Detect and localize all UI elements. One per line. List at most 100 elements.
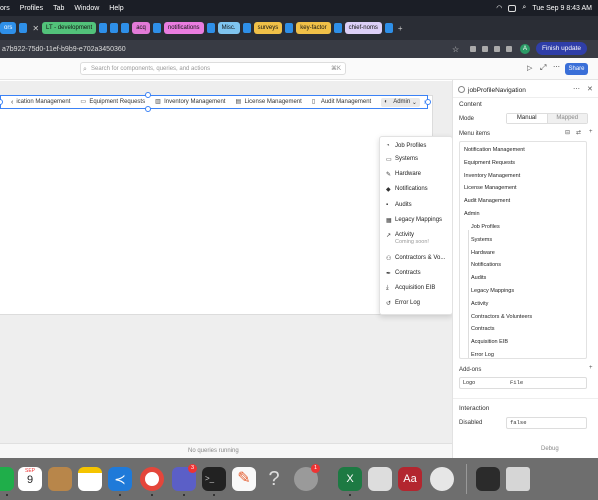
submenu-item[interactable]: Contracts xyxy=(471,326,495,332)
tab-favicon[interactable] xyxy=(206,23,215,33)
menu-help[interactable]: Help xyxy=(109,5,123,12)
excel-icon[interactable]: X xyxy=(338,467,362,491)
tab-favicon[interactable] xyxy=(333,23,342,33)
profile-avatar[interactable]: A xyxy=(520,44,530,54)
tab-favicon[interactable] xyxy=(152,23,161,33)
menu-item[interactable]: Equipment Requests xyxy=(464,160,515,166)
url-field[interactable]: a7b922-75d0-11ef-b9b9-e702a3450360 xyxy=(0,46,126,53)
preview-icon[interactable] xyxy=(368,467,392,491)
logo-addon[interactable]: Logo File xyxy=(459,377,587,389)
dropdown-item-error-log[interactable]: ↺ Error Log xyxy=(386,300,420,307)
menu-window[interactable]: Window xyxy=(74,5,99,12)
submenu-item[interactable]: Activity xyxy=(471,301,488,307)
resize-handle[interactable] xyxy=(425,99,431,105)
navigation-component[interactable]: ‹ ication Management ▭ Equipment Requests… xyxy=(0,95,428,109)
app-name-fragment[interactable]: ors xyxy=(0,5,10,12)
terminal-icon[interactable]: >_ xyxy=(202,467,226,491)
nav-item-inventory-management[interactable]: ▥ Inventory Management xyxy=(155,99,225,105)
tab-group-chief-noms[interactable]: chief-noms xyxy=(344,22,382,34)
close-icon[interactable]: ✕ xyxy=(587,85,593,93)
menu-item-admin[interactable]: Admin xyxy=(464,211,480,217)
interaction-section-heading[interactable]: Interaction xyxy=(459,405,489,412)
tab-group-lt-development[interactable]: LT - development xyxy=(42,22,97,34)
tab-group-acq[interactable]: acq xyxy=(132,22,150,34)
mode-mapped[interactable]: Mapped xyxy=(547,114,587,123)
dropdown-item-activity[interactable]: ↗ Activity Coming soon! xyxy=(386,232,429,245)
tab-favicon[interactable] xyxy=(242,23,251,33)
dropdown-item-notifications[interactable]: ◆ Notifications xyxy=(386,186,428,193)
dropdown-item-audits[interactable]: ▪ Audits xyxy=(386,202,412,208)
submenu-item[interactable]: Error Log xyxy=(471,352,494,358)
dictionary-icon[interactable]: Aa xyxy=(398,467,422,491)
resize-handle[interactable] xyxy=(145,106,151,112)
dropdown-item-systems[interactable]: ▭ Systems xyxy=(386,156,418,163)
nav-item-admin[interactable]: ◐ Admin ⌄ xyxy=(381,97,420,107)
contacts-icon[interactable] xyxy=(48,467,72,491)
link-icon[interactable]: ⇄ xyxy=(576,129,581,136)
dropdown-item-job-profiles[interactable]: ◔ Job Profiles xyxy=(386,143,426,149)
close-icon[interactable]: ✕ xyxy=(32,24,39,33)
help-question-icon[interactable]: ? xyxy=(262,467,286,491)
menu-item[interactable]: License Management xyxy=(464,185,517,191)
submenu-item[interactable]: Job Profiles xyxy=(471,224,500,230)
tab-favicon[interactable] xyxy=(99,23,108,33)
new-tab-icon[interactable]: + xyxy=(398,24,403,33)
component-name[interactable]: jobProfileNavigation xyxy=(468,87,526,94)
calendar-icon[interactable]: SEP 9 xyxy=(18,467,42,491)
messages-icon[interactable] xyxy=(0,467,14,491)
menu-tab[interactable]: Tab xyxy=(53,5,64,12)
bookmark-star-icon[interactable]: ☆ xyxy=(452,45,459,54)
nav-item-equipment-requests[interactable]: ▭ Equipment Requests xyxy=(80,99,145,105)
more-icon[interactable]: ⋯ xyxy=(553,63,560,71)
dropdown-item-contractors[interactable]: ⚇ Contractors & Vo... xyxy=(386,255,445,262)
submenu-item[interactable]: Legacy Mappings xyxy=(471,288,514,294)
submenu-item[interactable]: Acquisition EIB xyxy=(471,339,508,345)
menu-profiles[interactable]: Profiles xyxy=(20,5,43,12)
trash-icon[interactable] xyxy=(506,467,530,491)
tab-favicon[interactable] xyxy=(285,23,294,33)
chevron-left-icon[interactable]: ‹ xyxy=(11,99,13,106)
content-section-heading[interactable]: Content xyxy=(459,101,482,108)
dropdown-item-contracts[interactable]: ✒ Contracts xyxy=(386,270,421,277)
tab-group-ors[interactable]: ors xyxy=(0,22,17,34)
tab-favicon[interactable] xyxy=(384,23,393,33)
tab-group-misc[interactable]: Misc. xyxy=(217,22,240,34)
submenu-item[interactable]: Audits xyxy=(471,275,486,281)
submenu-item[interactable]: Contractors & Volunteers xyxy=(471,314,532,320)
clock[interactable]: Tue Sep 9 8:43 AM xyxy=(532,5,592,12)
resize-handle[interactable] xyxy=(145,92,151,98)
expand-icon[interactable]: ⤢ xyxy=(540,63,546,73)
nav-item-audit-management[interactable]: ▯ Audit Management xyxy=(312,99,371,105)
tab-favicon[interactable] xyxy=(19,23,28,33)
disabled-input[interactable]: false xyxy=(506,417,587,429)
tab-group-surveys[interactable]: surveys xyxy=(253,22,283,34)
menu-item[interactable]: Notification Management xyxy=(464,147,525,153)
share-button[interactable]: Share xyxy=(565,63,588,75)
tab-favicon[interactable] xyxy=(110,23,119,33)
notes-icon[interactable] xyxy=(78,467,102,491)
dropdown-item-acquisition-eib[interactable]: ⤓ Acquisition EIB xyxy=(386,285,435,292)
tab-favicon[interactable] xyxy=(121,23,130,33)
collapse-all-icon[interactable]: ⊟ xyxy=(565,129,570,136)
search-input[interactable]: ⌕ Search for components, queries, and ac… xyxy=(80,62,346,75)
mode-manual[interactable]: Manual xyxy=(507,114,548,123)
downloads-folder-icon[interactable] xyxy=(476,467,500,491)
dropdown-item-hardware[interactable]: ✎ Hardware xyxy=(386,171,421,178)
finish-update-button[interactable]: Finish update xyxy=(536,42,588,55)
dropdown-item-legacy-mappings[interactable]: ▦ Legacy Mappings xyxy=(386,217,442,224)
more-icon[interactable]: ⋯ xyxy=(573,85,580,93)
search-spotlight-icon[interactable]: ⌕ xyxy=(522,4,526,12)
vscode-icon[interactable]: ≺ xyxy=(108,467,132,491)
pencil-app-icon[interactable]: ✎ xyxy=(232,467,256,491)
chrome-icon[interactable] xyxy=(140,467,164,491)
extension-icon[interactable] xyxy=(506,46,512,52)
extension-icon[interactable] xyxy=(470,46,476,52)
debug-button[interactable]: Debug xyxy=(541,446,559,452)
add-icon[interactable]: + xyxy=(589,129,593,135)
menu-item[interactable]: Inventory Management xyxy=(464,173,520,179)
quicktime-icon[interactable] xyxy=(430,467,454,491)
extension-icon[interactable] xyxy=(482,46,488,52)
add-icon[interactable]: + xyxy=(589,365,593,371)
submenu-item[interactable]: Notifications xyxy=(471,262,501,268)
wifi-icon[interactable]: ◠ xyxy=(496,4,502,12)
